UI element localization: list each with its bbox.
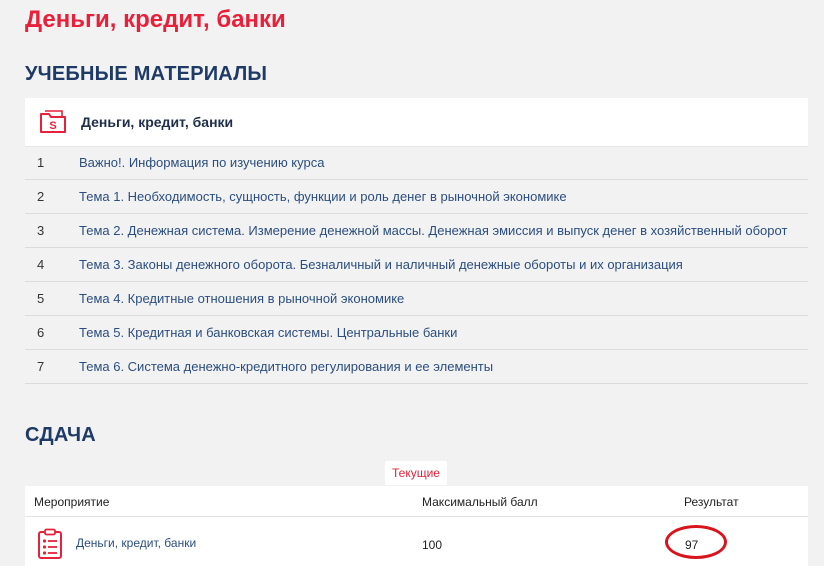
topic-link[interactable]: Тема 6. Система денежно-кредитного регул…: [79, 359, 493, 374]
topic-number: 5: [37, 291, 45, 306]
column-header-result: Результат: [684, 495, 739, 509]
submission-heading: СДАЧА: [25, 424, 96, 446]
max-score-value: 100: [422, 538, 443, 552]
topic-number: 7: [37, 359, 45, 374]
topic-row: 2 Тема 1. Необходимость, сущность, функц…: [25, 180, 808, 214]
topic-row: 4 Тема 3. Законы денежного оборота. Безн…: [25, 248, 808, 282]
result-highlight-ellipse: [665, 525, 727, 559]
course-name: Деньги, кредит, банки: [81, 114, 234, 130]
results-table-header: Мероприятие Максимальный балл Результат: [25, 486, 808, 517]
topic-number: 6: [37, 325, 45, 340]
checklist-icon: [38, 528, 62, 559]
topic-link[interactable]: Тема 1. Необходимость, сущность, функции…: [79, 189, 567, 204]
topic-link[interactable]: Важно!. Информация по изучению курса: [79, 155, 324, 170]
topic-row: 7 Тема 6. Система денежно-кредитного рег…: [25, 350, 808, 384]
course-header: S Деньги, кредит, банки: [25, 98, 808, 147]
column-header-max-score: Максимальный балл: [422, 495, 538, 509]
topic-number: 4: [37, 257, 45, 272]
topic-number: 3: [37, 223, 45, 238]
topic-row: 1 Важно!. Информация по изучению курса: [25, 146, 808, 180]
topic-link[interactable]: Тема 2. Денежная система. Измерение дене…: [79, 223, 787, 238]
topic-list: 1 Важно!. Информация по изучению курса 2…: [25, 146, 808, 384]
event-link[interactable]: Деньги, кредит, банки: [76, 536, 196, 550]
topic-row: 6 Тема 5. Кредитная и банковская системы…: [25, 316, 808, 350]
results-table: Мероприятие Максимальный балл Результат …: [25, 486, 808, 566]
page-title: Деньги, кредит, банки: [25, 6, 286, 33]
topic-row: 3 Тема 2. Денежная система. Измерение де…: [25, 214, 808, 248]
topic-number: 2: [37, 189, 45, 204]
table-row: Деньги, кредит, банки 100 97: [25, 517, 808, 566]
svg-text:S: S: [49, 120, 56, 132]
tab-current[interactable]: Текущие: [385, 461, 447, 485]
topic-row: 5 Тема 4. Кредитные отношения в рыночной…: [25, 282, 808, 316]
materials-heading: УЧЕБНЫЕ МАТЕРИАЛЫ: [25, 63, 268, 85]
presentation-folder-icon: S: [40, 110, 66, 133]
topic-number: 1: [37, 155, 45, 170]
topic-link[interactable]: Тема 5. Кредитная и банковская системы. …: [79, 325, 457, 340]
topic-link[interactable]: Тема 4. Кредитные отношения в рыночной э…: [79, 291, 404, 306]
column-header-event: Мероприятие: [34, 495, 110, 509]
topic-link[interactable]: Тема 3. Законы денежного оборота. Безнал…: [79, 257, 683, 272]
